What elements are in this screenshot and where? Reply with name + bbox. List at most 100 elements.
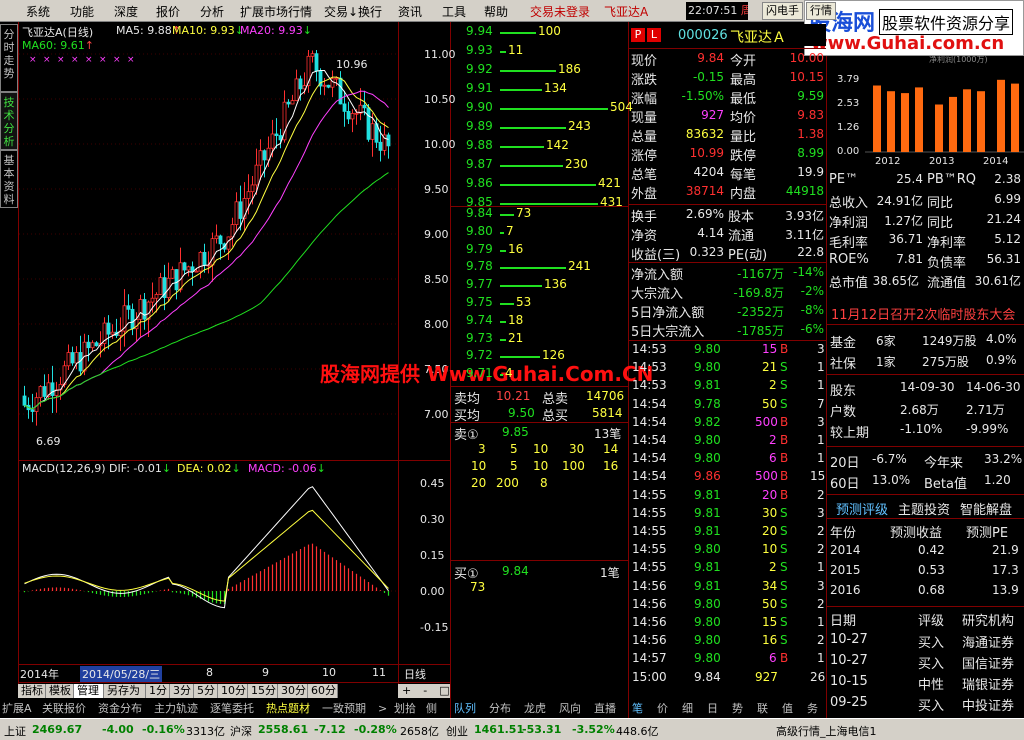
bottom-tab-9[interactable]: 侧 [426, 701, 444, 716]
ask-row[interactable]: 9.94 100 [452, 24, 628, 41]
server-name[interactable]: 高级行情_上海电信1 [776, 723, 877, 739]
queue-item: 5 [510, 459, 518, 473]
chart-tab-6[interactable]: 5分 [194, 684, 218, 698]
candle [86, 341, 91, 349]
bid-row[interactable]: 9.75 53 [452, 295, 628, 312]
tick-time: 14:53 [632, 378, 667, 393]
menu-item-0[interactable]: 系统 [26, 3, 50, 20]
menu-item-7[interactable]: 资讯 [398, 3, 422, 20]
right-tab-2[interactable]: 龙虎 [524, 701, 546, 716]
ask-row[interactable]: 9.86 421 [452, 176, 628, 193]
right-tab-4[interactable]: 直播 [594, 701, 616, 716]
tick-price: 9.80 [694, 342, 721, 356]
bottom-tab-2[interactable]: 资金分布 [98, 701, 154, 716]
ask-row[interactable]: 9.89 243 [452, 119, 628, 136]
tick-price: 9.80 [694, 433, 721, 447]
tick-count: 7 [817, 396, 825, 411]
detail-tab-1[interactable]: 价 [657, 701, 668, 716]
chart-tab-9[interactable]: 30分 [278, 684, 308, 698]
watermark-subtitle: 股票软件资源分享 [879, 9, 1014, 35]
fin-tab-1[interactable]: 主题投资 [898, 499, 950, 518]
tab-fundamental[interactable]: 基本资料 [0, 150, 18, 208]
menu-item-6[interactable]: 交易↓换行 [324, 3, 382, 20]
menu-item-9[interactable]: 帮助 [484, 3, 508, 20]
flash-button-1[interactable]: 行情 [806, 2, 836, 20]
ask-row[interactable]: 9.88 142 [452, 138, 628, 155]
bottom-tab-8[interactable]: 划拾 [394, 701, 426, 716]
menu-item-2[interactable]: 深度 [114, 3, 138, 20]
right-tab-1[interactable]: 分布 [489, 701, 511, 716]
login-status[interactable]: 交易未登录 [530, 3, 590, 20]
candle [230, 224, 235, 238]
menu-item-5[interactable]: 扩展市场行情 [240, 3, 312, 20]
detail-tab-2[interactable]: 细 [682, 701, 693, 716]
right-tab-0[interactable]: 队列 [454, 701, 476, 716]
fin-tab-0[interactable]: 预测评级 [836, 499, 888, 518]
flash-button-0[interactable]: 闪电手 [762, 2, 803, 20]
quote-label: 均价 [730, 111, 757, 126]
chart-tab-5[interactable]: 3分 [170, 684, 194, 698]
rating-cell: 中投证券 [962, 699, 1015, 714]
notice[interactable]: 11月12日召开2次临时股东大会 [831, 304, 1015, 323]
chart-tab-7[interactable]: 10分 [218, 684, 248, 698]
bid-row[interactable]: 9.77 136 [452, 277, 628, 294]
fin-tab-2[interactable]: 智能解盘 [960, 499, 1012, 518]
sh-value: 2469.67 [32, 723, 83, 736]
tab-intraday[interactable]: 分时走势 [0, 24, 18, 92]
detail-tab-6[interactable]: 值 [782, 701, 793, 716]
tick-side: S [780, 378, 788, 393]
detail-tab-4[interactable]: 势 [732, 701, 743, 716]
ask-row[interactable]: 9.87 230 [452, 157, 628, 174]
candlestick-chart[interactable]: × × × × × × × × [19, 50, 397, 460]
bid-row[interactable]: 9.80 7 [452, 224, 628, 241]
bottom-tab-7[interactable]: > [378, 701, 394, 716]
ask-row[interactable]: 9.92 186 [452, 62, 628, 79]
chart-tab-1[interactable]: 模板 [46, 684, 74, 698]
bid-row[interactable]: 9.78 241 [452, 259, 628, 276]
bottom-tab-3[interactable]: 主力轨迹 [154, 701, 210, 716]
macd-chart[interactable] [19, 476, 397, 664]
candle [322, 84, 327, 87]
tab-technical[interactable]: 技术分析 [0, 92, 18, 150]
bottom-tab-6[interactable]: 一致预期 [322, 701, 378, 716]
menu-item-1[interactable]: 功能 [70, 3, 94, 20]
detail-tab-0[interactable]: 笔 [632, 701, 643, 716]
cy-value: 1461.51 [474, 723, 525, 736]
menu-item-3[interactable]: 报价 [156, 3, 180, 20]
ask-volume: 11 [508, 43, 524, 57]
bar-year-label: 2012 [875, 156, 900, 167]
right-tab-3[interactable]: 风向 [559, 701, 581, 716]
chart-tab-0[interactable]: 指标 [18, 684, 46, 698]
bid-row[interactable]: 9.79 16 [452, 242, 628, 259]
menu-item-8[interactable]: 工具 [442, 3, 466, 20]
holder-value: 14-09-30 [900, 380, 955, 394]
bid-row[interactable]: 9.84 73 [452, 206, 628, 223]
menu-item-4[interactable]: 分析 [200, 3, 224, 20]
bottom-tab-1[interactable]: 关联报价 [42, 701, 98, 716]
chart-tab-8[interactable]: 15分 [248, 684, 278, 698]
candle [182, 262, 187, 271]
bottom-tab-5[interactable]: 热点题材 [266, 701, 322, 716]
bid-row[interactable]: 9.71 4 [452, 366, 628, 383]
ask-row[interactable]: 9.93 11 [452, 43, 628, 60]
tick-side: B [780, 469, 789, 484]
ask-row[interactable]: 9.91 134 [452, 81, 628, 98]
detail-tab-7[interactable]: 务 [807, 701, 818, 716]
chart-tab-3[interactable]: 另存为 [104, 684, 146, 698]
signal-marker: × [43, 55, 51, 65]
detail-tab-5[interactable]: 联 [757, 701, 768, 716]
bid-row[interactable]: 9.72 126 [452, 348, 628, 365]
candle [238, 201, 243, 219]
tick-price: 9.80 [694, 651, 721, 666]
chart-tab-4[interactable]: 1分 [146, 684, 170, 698]
bid-row[interactable]: 9.73 21 [452, 331, 628, 348]
bottom-tab-4[interactable]: 逐笔委托 [210, 701, 266, 716]
ask-row[interactable]: 9.90 504 [452, 100, 633, 117]
bid-row[interactable]: 9.74 18 [452, 313, 628, 330]
detail-tab-3[interactable]: 日 [707, 701, 718, 716]
chart-scroll[interactable]: + - □ [398, 684, 450, 698]
current-stock-menu[interactable]: 飞亚达A [604, 3, 648, 20]
chart-tab-10[interactable]: 60分 [308, 684, 338, 698]
chart-tab-2[interactable]: 管理 [74, 684, 104, 698]
bottom-tab-0[interactable]: 扩展A [2, 701, 42, 716]
